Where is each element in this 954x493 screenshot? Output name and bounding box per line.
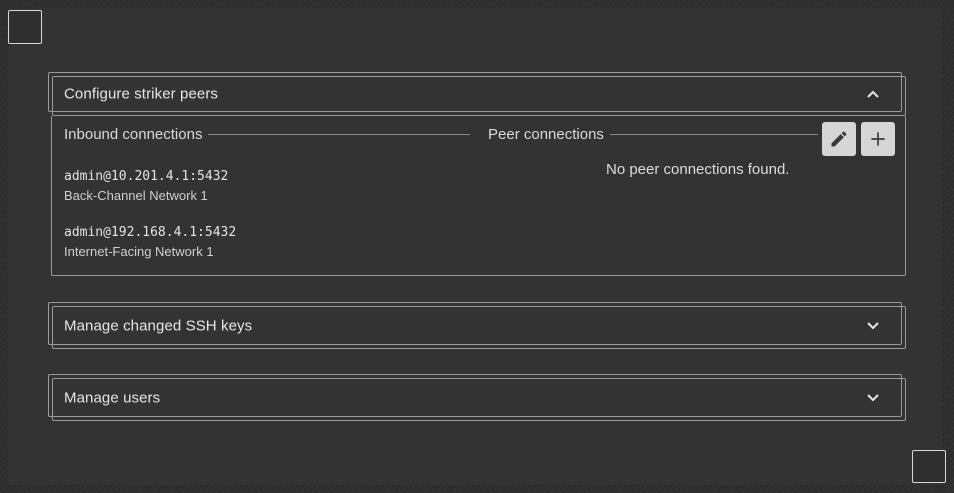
plus-icon	[868, 129, 888, 149]
connection-network: Back-Channel Network 1	[64, 188, 208, 203]
chevron-up-icon[interactable]	[866, 87, 880, 101]
divider	[208, 133, 470, 135]
users-expandable: Manage users	[48, 374, 906, 421]
ssh-keys-header[interactable]: Manage changed SSH keys	[48, 302, 906, 349]
ssh-keys-expandable: Manage changed SSH keys	[48, 302, 906, 349]
ssh-keys-title: Manage changed SSH keys	[64, 317, 253, 334]
add-peer-button[interactable]	[861, 122, 895, 156]
edit-peers-button[interactable]	[822, 122, 856, 156]
no-peer-connections-message: No peer connections found.	[606, 161, 790, 178]
striker-peers-expandable: Configure striker peers Inbound connecti…	[48, 72, 906, 276]
divider	[609, 133, 818, 135]
inbound-connections-label: Inbound connections	[64, 125, 203, 143]
striker-peers-title: Configure striker peers	[64, 85, 219, 103]
peer-connections-header: Peer connections	[488, 124, 818, 144]
pencil-icon	[829, 129, 849, 149]
connection-network: Internet-Facing Network 1	[64, 244, 214, 259]
connection-address: admin@10.201.4.1:5432	[64, 169, 229, 184]
corner-decoration-top-left	[8, 10, 42, 44]
inbound-connection-item: admin@192.168.4.1:5432 Internet-Facing N…	[64, 224, 236, 262]
users-title: Manage users	[64, 389, 161, 406]
inbound-connection-item: admin@10.201.4.1:5432 Back-Channel Netwo…	[64, 168, 228, 206]
striker-peers-body: Inbound connections Peer connections adm…	[51, 116, 906, 276]
striker-peers-header[interactable]: Configure striker peers	[48, 72, 906, 116]
users-header[interactable]: Manage users	[48, 374, 906, 421]
connection-address: admin@192.168.4.1:5432	[64, 225, 237, 240]
inbound-connections-header: Inbound connections	[64, 124, 470, 144]
chevron-down-icon[interactable]	[866, 319, 880, 333]
peer-connections-label: Peer connections	[488, 125, 604, 143]
chevron-down-icon[interactable]	[866, 391, 880, 405]
corner-decoration-bottom-right	[912, 450, 946, 483]
